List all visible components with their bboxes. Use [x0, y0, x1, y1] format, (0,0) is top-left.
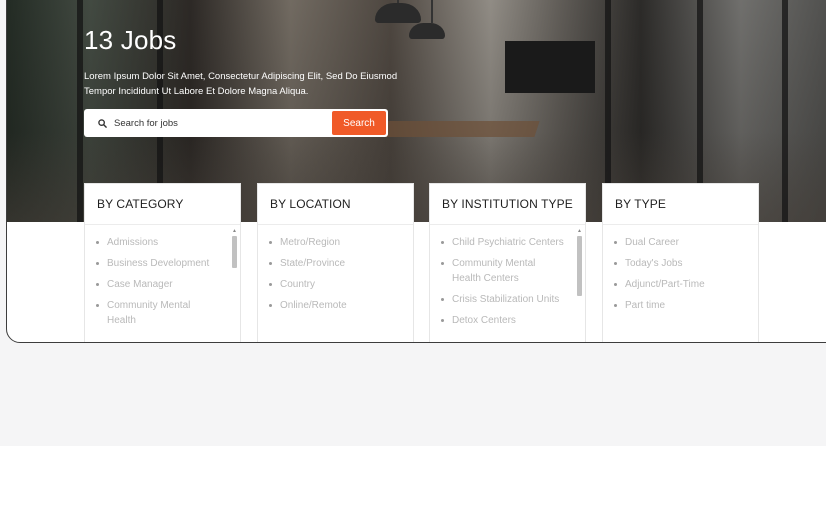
category-item[interactable]: Business Development [95, 256, 222, 271]
type-item[interactable]: Adjunct/Part-Time [613, 277, 740, 292]
institution-item[interactable]: Crisis Stabilization Units [440, 292, 567, 307]
filter-card-location: BY LOCATION Metro/Region State/Province … [257, 183, 414, 342]
filter-card-institution: BY INSTITUTION TYPE Child Psychiatric Ce… [429, 183, 586, 342]
pendant-lamp-icon [375, 0, 421, 23]
filter-card-category: BY CATEGORY Admissions Business Developm… [84, 183, 241, 342]
institution-item[interactable]: Community Mental Health Centers [440, 256, 567, 286]
location-item[interactable]: Country [268, 277, 395, 292]
type-item[interactable]: Dual Career [613, 235, 740, 250]
card-title: BY LOCATION [258, 184, 413, 225]
institution-item[interactable]: Detox Centers [440, 313, 567, 328]
location-item[interactable]: Online/Remote [268, 298, 395, 313]
category-item[interactable]: Community Mental Health [95, 298, 222, 328]
category-list: Admissions Business Development Case Man… [85, 225, 240, 328]
search-input[interactable] [110, 111, 332, 135]
page: 13 Jobs Lorem Ipsum Dolor Sit Amet, Cons… [0, 0, 826, 517]
scroll-thumb[interactable] [577, 236, 582, 296]
search-bar: Search [84, 109, 388, 137]
hero-description: Lorem Ipsum Dolor Sit Amet, Consectetur … [84, 71, 398, 97]
category-item[interactable]: Admissions [95, 235, 222, 250]
pendant-lamp-icon [409, 0, 445, 39]
location-item[interactable]: State/Province [268, 256, 395, 271]
scroll-up-icon[interactable]: ▲ [576, 228, 583, 234]
card-title: BY TYPE [603, 184, 758, 225]
card-title: BY CATEGORY [85, 184, 240, 225]
scroll-up-icon[interactable]: ▲ [231, 228, 238, 234]
window-mullion [782, 0, 788, 222]
wall-screen [505, 41, 595, 93]
filter-card-type: BY TYPE Dual Career Today's Jobs Adjunct… [602, 183, 759, 342]
category-item[interactable]: Case Manager [95, 277, 222, 292]
category-scrollbar[interactable]: ▲ [231, 228, 238, 342]
type-list: Dual Career Today's Jobs Adjunct/Part-Ti… [603, 225, 758, 313]
type-item[interactable]: Today's Jobs [613, 256, 740, 271]
search-button[interactable]: Search [332, 111, 386, 135]
card-title: BY INSTITUTION TYPE [430, 184, 585, 225]
scroll-thumb[interactable] [232, 236, 237, 268]
type-item[interactable]: Part time [613, 298, 740, 313]
page-title: 13 Jobs [84, 25, 177, 55]
institution-list: Child Psychiatric Centers Community Ment… [430, 225, 585, 328]
location-list: Metro/Region State/Province Country Onli… [258, 225, 413, 313]
institution-item[interactable]: Child Psychiatric Centers [440, 235, 567, 250]
location-item[interactable]: Metro/Region [268, 235, 395, 250]
institution-scrollbar[interactable]: ▲ [576, 228, 583, 342]
window-mullion [77, 0, 83, 222]
device-frame: 13 Jobs Lorem Ipsum Dolor Sit Amet, Cons… [6, 0, 826, 343]
search-icon [94, 115, 110, 131]
